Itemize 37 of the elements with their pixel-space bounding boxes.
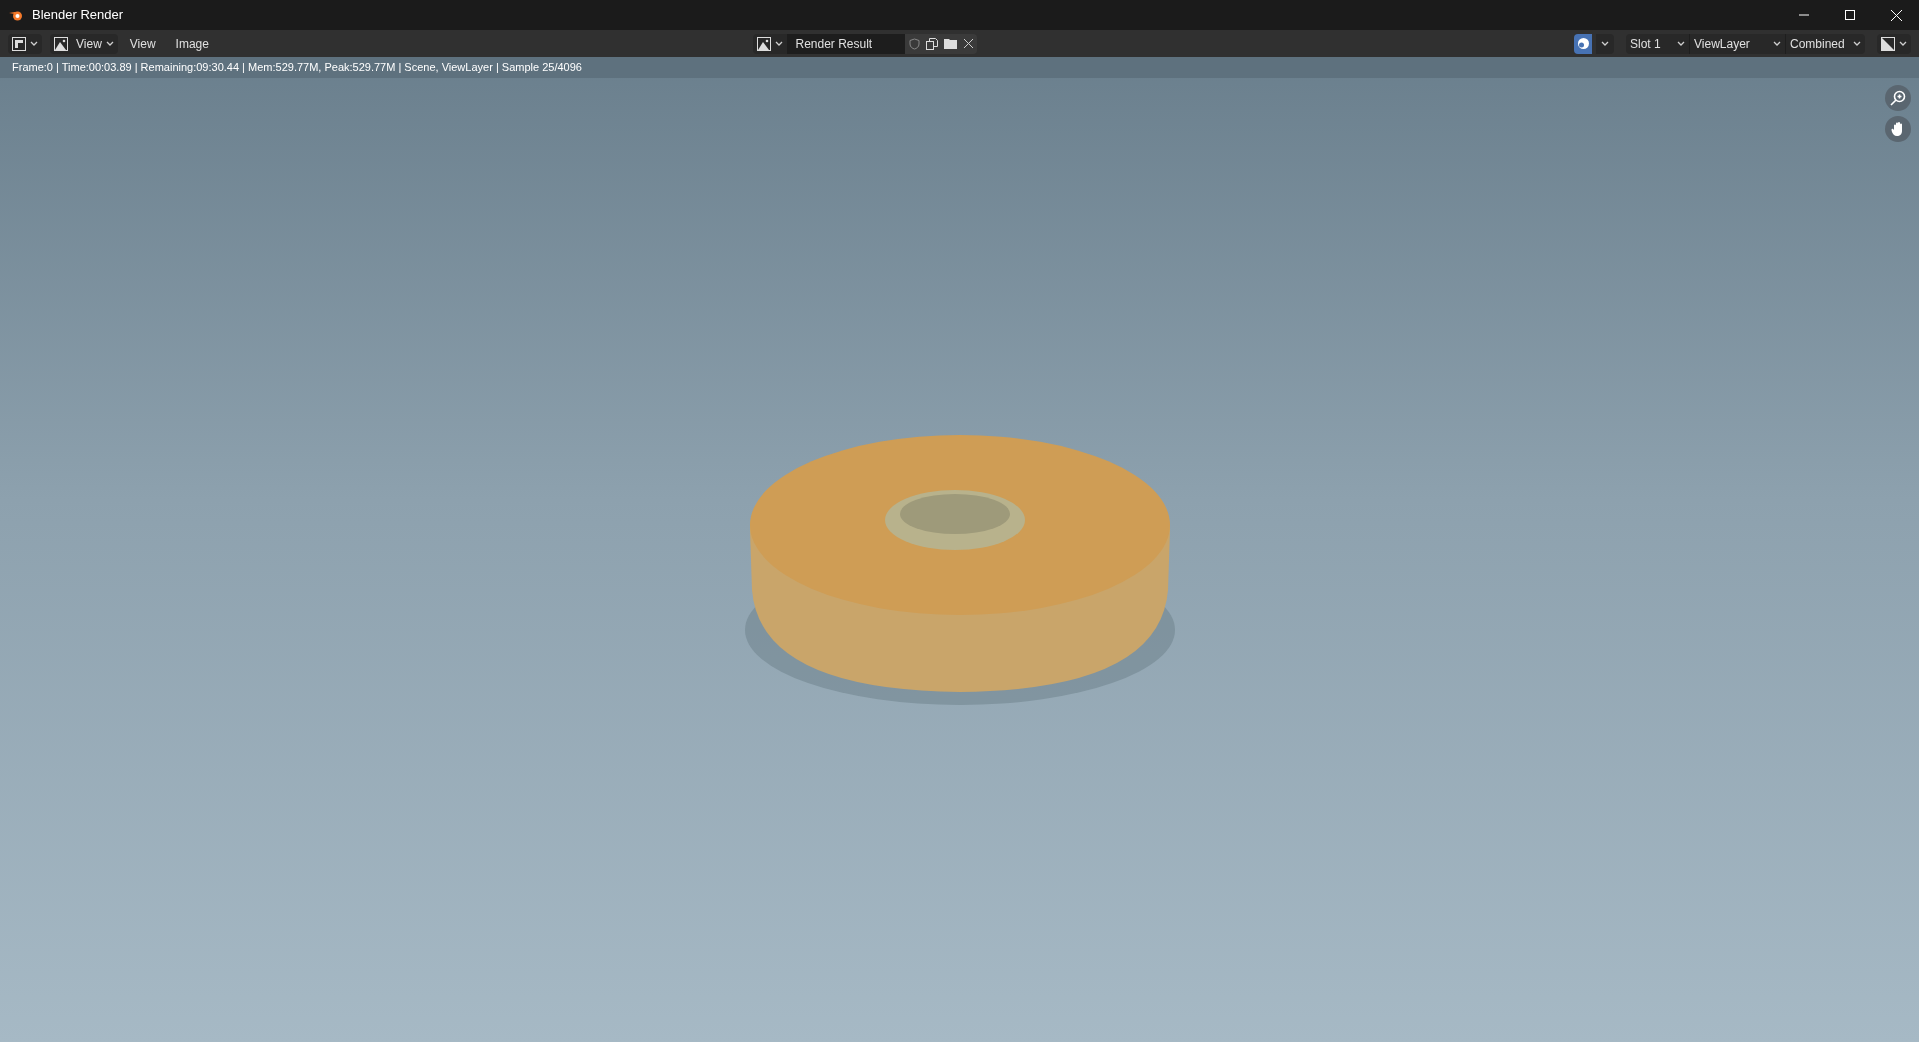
window-title: Blender Render xyxy=(32,6,124,25)
unlink-button[interactable] xyxy=(959,33,978,54)
close-icon xyxy=(964,39,973,48)
render-info-text: Frame:0 | Time:00:03.89 | Remaining:09:30.44 | Mem:529.77M, Peak:529.77M | Scene, ViewLayer | Sample 25/4096 xyxy=(12,60,582,76)
editor-type-button[interactable] xyxy=(8,33,42,54)
folder-icon xyxy=(944,38,957,49)
image-name-field[interactable]: Render Result xyxy=(787,33,906,54)
menu-item[interactable]: Image xyxy=(167,33,217,54)
editor-icon xyxy=(12,36,26,51)
image-browse-button[interactable] xyxy=(753,33,788,54)
view-layer-dropdown[interactable]: ViewLayer xyxy=(1689,33,1785,54)
caret-icon xyxy=(1601,40,1609,47)
copy-icon xyxy=(926,37,939,50)
caret-icon xyxy=(1677,40,1685,47)
zoom-button[interactable] xyxy=(1885,85,1911,111)
pan-button[interactable] xyxy=(1885,116,1911,142)
caret-icon xyxy=(1899,40,1907,47)
display-channels-button[interactable] xyxy=(1877,33,1911,54)
shield-icon xyxy=(909,37,920,50)
zoom-icon xyxy=(1890,90,1906,106)
caret-icon xyxy=(105,40,114,47)
overlay-icon xyxy=(1576,37,1590,50)
image-icon xyxy=(757,36,772,51)
image-icon xyxy=(54,36,68,51)
view-dropdown[interactable]: View xyxy=(50,33,118,54)
pass-dropdown[interactable]: Combined xyxy=(1785,33,1865,54)
maximize-icon xyxy=(1845,10,1855,20)
caret-icon xyxy=(1853,40,1861,47)
menu-item[interactable]: View xyxy=(121,33,164,54)
gizmo-toggle-button[interactable] xyxy=(1574,33,1592,54)
caret-icon xyxy=(1773,40,1781,47)
close-icon xyxy=(1890,9,1902,21)
caret-icon xyxy=(30,40,38,47)
caret-icon xyxy=(775,40,784,47)
gizmo-dropdown[interactable] xyxy=(1596,33,1614,54)
slot-dropdown[interactable]: Slot 1 xyxy=(1626,33,1689,54)
channels-icon xyxy=(1881,36,1895,51)
